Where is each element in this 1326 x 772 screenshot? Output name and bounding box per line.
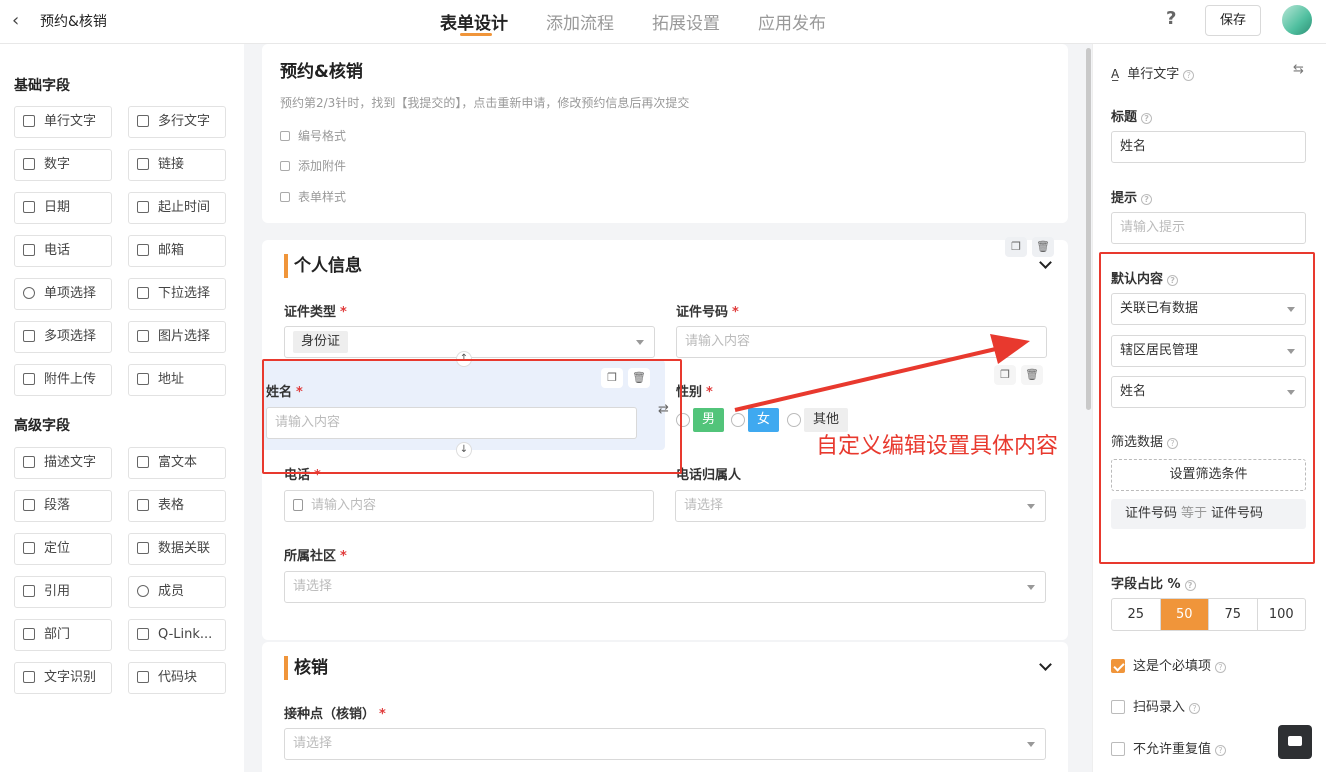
help-icon[interactable]: ? [1141, 194, 1153, 205]
help-icon[interactable]: ? [1189, 703, 1201, 714]
help-icon[interactable]: ? [1215, 662, 1227, 673]
required-checkbox[interactable]: 这是个必填项? [1111, 655, 1227, 674]
checkbox-icon [1111, 742, 1125, 756]
title-label: 标题? [1111, 106, 1153, 125]
no-duplicate-checkbox[interactable]: 不允许重复值? [1111, 738, 1227, 757]
chat-icon[interactable] [1278, 725, 1312, 759]
hint-input[interactable]: 请输入提示 [1111, 212, 1306, 244]
title-input[interactable]: 姓名 [1111, 131, 1306, 163]
hint-label: 提示? [1111, 187, 1153, 206]
help-icon[interactable]: ? [1141, 113, 1153, 124]
checkbox-checked-icon [1111, 659, 1125, 673]
width-ratio-group: 25 50 75 100 [1111, 598, 1306, 631]
help-icon[interactable]: ? [1184, 580, 1196, 591]
help-icon[interactable]: ? [1183, 70, 1195, 81]
ratio-option-75[interactable]: 75 [1209, 599, 1258, 630]
annotation-arrow-line [734, 346, 1001, 412]
scan-input-checkbox[interactable]: 扫码录入? [1111, 696, 1201, 715]
ratio-option-50[interactable]: 50 [1160, 599, 1209, 630]
width-ratio-label: 字段占比 %? [1111, 573, 1196, 592]
annotation-arrow-head [990, 334, 1030, 364]
switch-icon[interactable]: ⇆ [1293, 62, 1304, 77]
ratio-option-25[interactable]: 25 [1112, 599, 1161, 630]
field-type-header: A̲ 单行文字? [1111, 63, 1195, 82]
highlight-box-default-content [1099, 252, 1315, 564]
ratio-option-100[interactable]: 100 [1258, 599, 1306, 630]
help-icon[interactable]: ? [1215, 745, 1227, 756]
annotation-text: 自定义编辑设置具体内容 [816, 434, 1059, 459]
text-icon: A̲ [1111, 67, 1120, 81]
checkbox-icon [1111, 700, 1125, 714]
